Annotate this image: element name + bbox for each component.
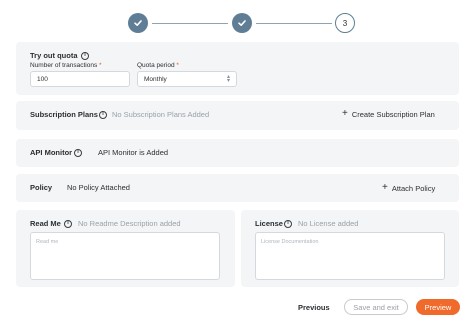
info-icon[interactable]: i xyxy=(99,111,107,119)
quota-period-value: Monthly xyxy=(144,75,167,83)
readme-title: Read Me xyxy=(30,219,61,228)
step-number: 3 xyxy=(342,18,348,28)
attach-policy-label: Attach Policy xyxy=(391,183,436,193)
quota-title: Try out quota xyxy=(30,51,78,60)
license-textarea[interactable]: License Documentation xyxy=(255,232,445,280)
preview-label: Preview xyxy=(424,302,452,312)
policy-status: No Policy Attached xyxy=(67,183,130,192)
info-icon[interactable]: i xyxy=(74,149,82,157)
transactions-label: Number of transactions * xyxy=(30,62,102,69)
plus-icon: + xyxy=(382,182,388,193)
progress-stepper: 3 xyxy=(0,13,474,35)
license-placeholder: License Documentation xyxy=(261,239,319,245)
subscription-plans-card: Subscription Plans i No Subscription Pla… xyxy=(16,101,459,130)
info-icon[interactable]: i xyxy=(64,220,72,228)
license-title: License xyxy=(255,219,283,228)
step-1-complete[interactable] xyxy=(128,13,148,33)
readme-placeholder: Read me xyxy=(36,239,59,245)
readme-status: No Readme Description added xyxy=(78,219,181,228)
create-subscription-label: Create Subscription Plan xyxy=(351,109,435,119)
check-icon xyxy=(134,20,142,26)
step-connector xyxy=(152,23,228,24)
info-icon[interactable]: i xyxy=(81,52,89,60)
transactions-value: 100 xyxy=(37,75,48,83)
policy-title: Policy xyxy=(30,183,53,192)
chevron-updown-icon: ▴ ▾ xyxy=(226,74,230,84)
save-and-exit-button[interactable]: Save and exit xyxy=(344,299,408,315)
try-out-quota-card: Try out quota i Number of transactions *… xyxy=(16,42,459,95)
policy-card: Policy No Policy Attached + Attach Polic… xyxy=(16,174,459,202)
quota-period-label: Quota period * xyxy=(137,62,179,69)
transactions-input[interactable]: 100 xyxy=(30,71,130,87)
license-status: No License added xyxy=(298,219,359,228)
previous-button[interactable]: Previous xyxy=(298,303,330,312)
preview-button[interactable]: Preview xyxy=(416,299,460,315)
api-monitor-card: API Monitor i API Monitor is Added xyxy=(16,139,459,167)
create-subscription-plan-button[interactable]: + Create Subscription Plan xyxy=(342,109,435,119)
api-monitor-status: API Monitor is Added xyxy=(98,148,169,157)
save-label: Save and exit xyxy=(353,302,399,312)
plus-icon: + xyxy=(342,108,348,119)
info-icon[interactable]: i xyxy=(284,220,292,228)
subscription-title: Subscription Plans xyxy=(30,110,98,119)
attach-policy-button[interactable]: + Attach Policy xyxy=(382,183,435,193)
license-card: License i No License added License Docum… xyxy=(241,210,459,287)
readme-textarea[interactable]: Read me xyxy=(30,232,220,280)
check-icon xyxy=(238,20,246,26)
step-3-current[interactable]: 3 xyxy=(335,13,355,33)
quota-period-select[interactable]: Monthly ▴ ▾ xyxy=(137,71,237,87)
step-2-complete[interactable] xyxy=(232,13,252,33)
api-monitor-title: API Monitor xyxy=(30,148,73,157)
readme-card: Read Me i No Readme Description added Re… xyxy=(16,210,235,287)
step-connector xyxy=(256,23,332,24)
subscription-status: No Subscription Plans Added xyxy=(112,110,210,119)
